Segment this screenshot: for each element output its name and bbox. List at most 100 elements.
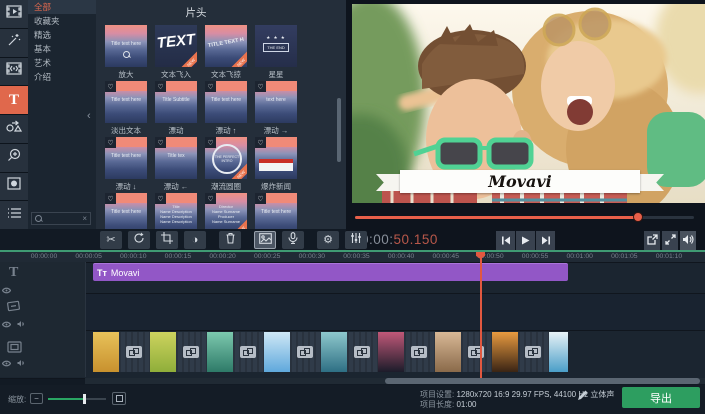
template-item[interactable]: ♡Title text here淡出文本: [105, 81, 147, 137]
zoom-fit-button[interactable]: [112, 392, 126, 405]
video-track-mute-icon[interactable]: [17, 354, 25, 372]
template-item[interactable]: ♡Title Subtitle漂动: [155, 81, 197, 137]
favorite-heart-icon[interactable]: ♡: [205, 193, 216, 204]
video-clip-thumbnail[interactable]: [321, 332, 347, 372]
transition-icon[interactable]: [525, 346, 541, 358]
zoom-slider-handle[interactable]: [83, 394, 86, 404]
video-clip-thumbnail[interactable]: [378, 332, 404, 372]
timeline-title-clip[interactable]: Tᴛ Movavi: [93, 263, 568, 281]
transition-icon[interactable]: [411, 346, 427, 358]
video-clip-body[interactable]: [461, 332, 492, 372]
video-clip-thumbnail[interactable]: [207, 332, 233, 372]
export-button[interactable]: 导出: [622, 387, 700, 408]
play-button[interactable]: [516, 231, 535, 250]
split-button[interactable]: ✂: [100, 231, 122, 249]
template-item[interactable]: Title text here放大: [105, 25, 147, 81]
audio-properties-button[interactable]: [345, 231, 367, 249]
template-item[interactable]: ♡Title text here漂动 ↑: [205, 81, 247, 137]
template-item[interactable]: ♡Director Name Surname Producer Name Sur…: [205, 193, 247, 229]
favorite-heart-icon[interactable]: ♡: [105, 193, 116, 204]
video-clip-thumbnail[interactable]: [150, 332, 176, 372]
video-clip-body[interactable]: [119, 332, 150, 372]
template-item[interactable]: TEXTNEW文本飞入: [155, 25, 197, 81]
media-tool-button[interactable]: [0, 0, 28, 28]
favorite-heart-icon[interactable]: ♡: [255, 81, 266, 92]
linked-track-mute-icon[interactable]: [17, 315, 25, 333]
category-item[interactable]: 全部: [28, 0, 96, 14]
video-clip-body[interactable]: [176, 332, 207, 372]
animation-tool-button[interactable]: [0, 173, 28, 201]
template-item[interactable]: ♡Title tex漂动 ←: [155, 137, 197, 193]
template-item[interactable]: ♡text here漂动 →: [255, 81, 297, 137]
transition-icon[interactable]: [183, 346, 199, 358]
category-item[interactable]: 介绍: [28, 70, 96, 84]
category-item[interactable]: 艺术: [28, 56, 96, 70]
template-item[interactable]: TITLE TEXT HNEW文本飞掠: [205, 25, 247, 81]
titles-tool-button[interactable]: T: [0, 86, 28, 114]
title-track-visibility-icon[interactable]: [2, 281, 11, 299]
video-clip-thumbnail[interactable]: [264, 332, 290, 372]
crop-button[interactable]: [156, 231, 178, 249]
callouts-tool-button[interactable]: [0, 115, 28, 143]
filters-tool-button[interactable]: [0, 29, 28, 57]
video-clip-body[interactable]: [233, 332, 264, 372]
timeline-hscrollbar-thumb[interactable]: [385, 378, 700, 384]
record-audio-button[interactable]: [282, 231, 304, 249]
template-item[interactable]: ♡Title text here: [105, 193, 147, 229]
image-button[interactable]: [254, 231, 276, 249]
category-item[interactable]: 基本: [28, 42, 96, 56]
next-frame-button[interactable]: [536, 231, 555, 250]
template-item[interactable]: ♡THE PERFECT INTRONEW潮流圆圈: [205, 137, 247, 193]
favorite-heart-icon[interactable]: ♡: [105, 81, 116, 92]
favorite-heart-icon[interactable]: ♡: [155, 81, 166, 92]
transition-icon[interactable]: [240, 346, 256, 358]
transition-icon[interactable]: [468, 346, 484, 358]
video-clip-thumbnail[interactable]: [93, 332, 119, 372]
delete-button[interactable]: [219, 231, 241, 249]
template-item[interactable]: ★ ★ ★THE END星星: [255, 25, 297, 81]
favorite-heart-icon[interactable]: ♡: [155, 193, 166, 204]
video-clip-body[interactable]: [518, 332, 549, 372]
template-item[interactable]: ♡Title text here: [255, 193, 297, 229]
share-button[interactable]: [644, 231, 660, 250]
transition-icon[interactable]: [297, 346, 313, 358]
template-item[interactable]: ♡Title Name Description Name Description…: [155, 193, 197, 229]
video-clip-thumbnail[interactable]: [549, 332, 568, 372]
video-clip-thumbnail[interactable]: [435, 332, 461, 372]
seek-bar-handle[interactable]: [633, 212, 643, 222]
favorite-heart-icon[interactable]: ♡: [255, 137, 266, 148]
edit-project-settings-button[interactable]: [577, 388, 589, 399]
volume-button[interactable]: [680, 231, 696, 250]
fullscreen-button[interactable]: [662, 231, 678, 250]
playhead-line[interactable]: [480, 252, 482, 378]
timeline-ruler[interactable]: 00:00:0000:00:0500:00:1000:00:1500:00:20…: [0, 252, 705, 262]
favorite-heart-icon[interactable]: ♡: [255, 193, 266, 204]
prev-frame-button[interactable]: [496, 231, 515, 250]
category-item[interactable]: 收藏夹: [28, 14, 96, 28]
rotate-button[interactable]: [128, 231, 150, 249]
timeline-video-clips[interactable]: [93, 332, 568, 372]
linked-track-visibility-icon[interactable]: [2, 315, 11, 333]
video-clip-body[interactable]: [347, 332, 378, 372]
favorite-heart-icon[interactable]: ♡: [155, 137, 166, 148]
linked-track-lane[interactable]: [0, 293, 705, 331]
video-track-visibility-icon[interactable]: [2, 354, 11, 372]
library-search-bar[interactable]: ×: [31, 212, 91, 225]
favorite-heart-icon[interactable]: ♡: [205, 137, 216, 148]
library-scrollbar[interactable]: [337, 98, 341, 162]
preview-video-frame[interactable]: Movavi: [352, 4, 705, 203]
zoom-out-button[interactable]: −: [30, 393, 43, 404]
favorite-heart-icon[interactable]: ♡: [205, 81, 216, 92]
transition-icon[interactable]: [126, 346, 142, 358]
transition-icon[interactable]: [354, 346, 370, 358]
clear-search-icon[interactable]: ×: [82, 215, 87, 223]
video-clip-body[interactable]: [290, 332, 321, 372]
pan-zoom-tool-button[interactable]: [0, 144, 28, 172]
template-item[interactable]: ♡爆炸新闻: [255, 137, 297, 193]
color-adjust-button[interactable]: ◑: [184, 231, 206, 249]
more-tools-button[interactable]: [0, 201, 28, 229]
favorite-heart-icon[interactable]: ♡: [105, 137, 116, 148]
transitions-tool-button[interactable]: [0, 58, 28, 86]
clip-settings-button[interactable]: ⚙: [317, 231, 339, 249]
collapse-sidebar-chevron-icon[interactable]: ‹: [87, 110, 91, 122]
